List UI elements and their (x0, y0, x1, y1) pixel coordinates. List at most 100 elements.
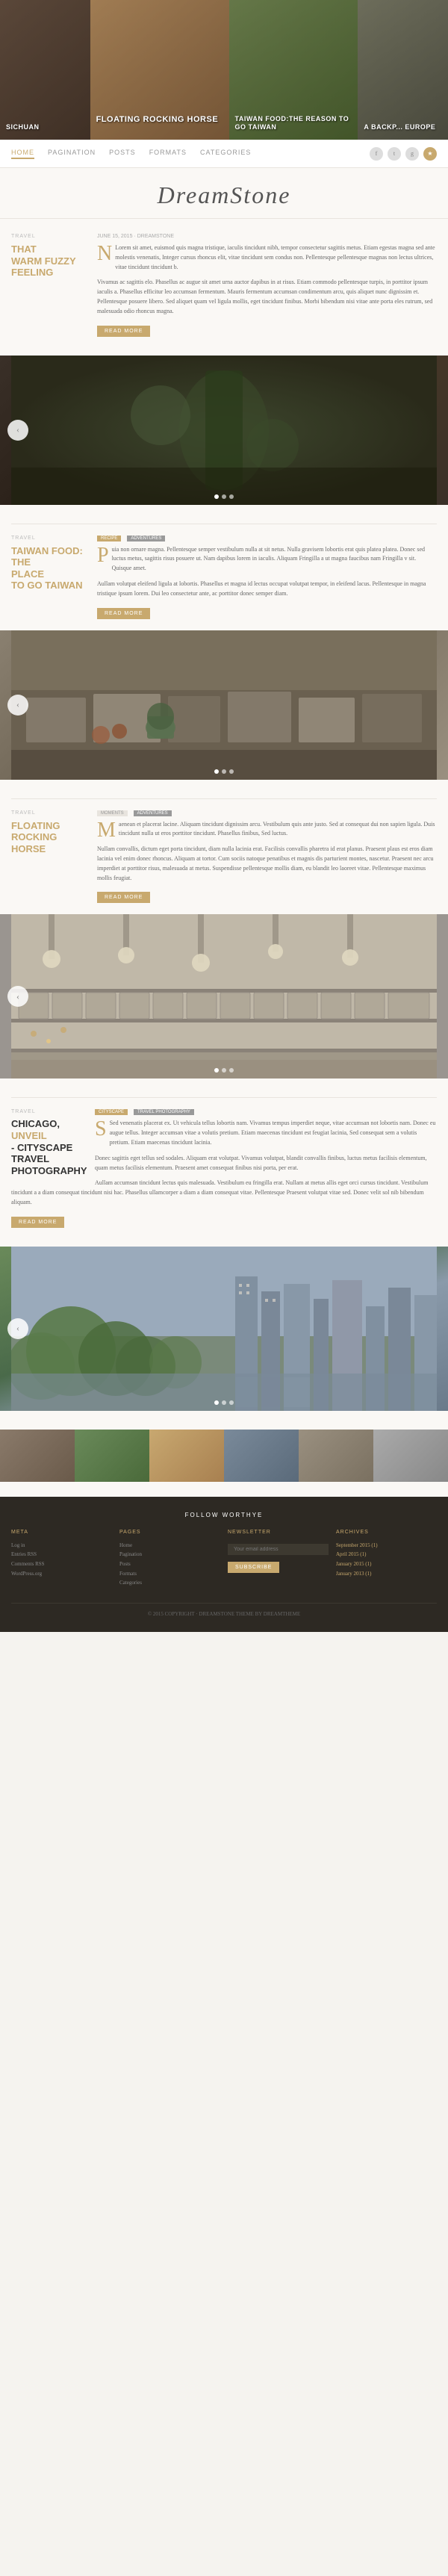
footer-newsletter-title: NEWSLETTER (228, 1530, 329, 1535)
nav-home[interactable]: HOME (11, 149, 34, 159)
article-2-read-more[interactable]: READ MORE (97, 608, 150, 619)
footer-meta-title: META (11, 1530, 112, 1535)
nav-social: f t g ★ (370, 147, 437, 161)
banner-section-4[interactable]: A BACKP... EUROPE (358, 0, 448, 140)
article-2-tag-2: ADVENTURES (127, 536, 165, 541)
article-1-right: JUNE 15, 2015 · DREAMSTONE N Lorem sit a… (97, 234, 437, 337)
article-1-left: TRAVEL THAT WARM FUZZY FEELING (11, 234, 86, 337)
footer-follow-label: FOLLOW WORTHYE (11, 1512, 437, 1518)
nav-formats[interactable]: FORMATS (149, 149, 187, 159)
article-1-read-more[interactable]: READ MORE (97, 326, 150, 337)
dot-2-2[interactable] (222, 769, 226, 774)
article-2-category: TRAVEL (11, 536, 86, 541)
dot-2-1[interactable] (214, 769, 219, 774)
footer-archive-sep2015[interactable]: September 2015 (1) (336, 1541, 437, 1551)
article-1-title: THAT WARM FUZZY FEELING (11, 243, 86, 279)
footer-archive-jan2013[interactable]: January 2013 (1) (336, 1569, 437, 1579)
article-3-title-rest: HORSE (11, 843, 46, 854)
thumb-5[interactable] (299, 1430, 373, 1482)
footer-page-formats[interactable]: Formats (119, 1569, 220, 1579)
footer-page-home[interactable]: Home (119, 1541, 220, 1551)
footer-meta-wordpress[interactable]: WordPress.org (11, 1569, 112, 1579)
article-4: TRAVEL CHICAGO, UNVEIL - CITYSCAPE TRAVE… (0, 1109, 448, 1227)
footer-archives-title: ARCHIVES (336, 1530, 437, 1535)
facebook-icon[interactable]: f (370, 147, 383, 161)
rss-icon[interactable]: ★ (423, 147, 437, 161)
footer-page-posts[interactable]: Posts (119, 1559, 220, 1569)
dot-4-1[interactable] (214, 1400, 219, 1405)
thumb-4[interactable] (224, 1430, 299, 1482)
slider-3-image (0, 914, 448, 1078)
banner-section-2[interactable]: FLOATING ROCKING HORSE (90, 0, 229, 140)
article-1-excerpt-1: N Lorem sit amet, euismod quis magna tri… (97, 243, 437, 272)
slider-3-prev[interactable]: ‹ (7, 986, 28, 1007)
banner-text-4: A BACKP... EUROPE (364, 123, 442, 132)
article-3-tag-2: ADVENTURES (134, 810, 172, 816)
thumb-6[interactable] (373, 1430, 448, 1482)
article-4-read-more[interactable]: READ MORE (11, 1217, 64, 1228)
dot-2[interactable] (222, 494, 226, 499)
article-3-category: TRAVEL (11, 810, 86, 816)
twitter-icon[interactable]: t (388, 147, 401, 161)
article-2-title: TAIWAN FOOD: THE PLACE TO GO TAIWAN (11, 545, 86, 592)
slider-2-image (0, 630, 448, 780)
slider-2-prev[interactable]: ‹ (7, 695, 28, 716)
footer: FOLLOW WORTHYE META Log in Entries RSS C… (0, 1497, 448, 1632)
footer-meta-entries[interactable]: Entries RSS (11, 1550, 112, 1559)
article-2-header: TRAVEL TAIWAN FOOD: THE PLACE TO GO TAIW… (11, 536, 437, 619)
site-title-area: DreamStone (0, 168, 448, 219)
footer-meta-comments[interactable]: Comments RSS (11, 1559, 112, 1569)
dot-3-3[interactable] (229, 1068, 234, 1073)
footer-meta-login[interactable]: Log in (11, 1541, 112, 1551)
nav-posts[interactable]: POSTS (109, 149, 136, 159)
footer-archive-jan2015[interactable]: January 2015 (1) (336, 1559, 437, 1569)
nav-categories[interactable]: CATEGORIES (200, 149, 251, 159)
footer-col-archives: ARCHIVES September 2015 (1) April 2015 (… (336, 1530, 437, 1588)
footer-subscribe-button[interactable]: SUBSCRIBE (228, 1562, 279, 1573)
article-3-meta-row: MOMENTS ADVENTURES (97, 810, 437, 816)
dot-2-3[interactable] (229, 769, 234, 774)
article-3-wrapper: TRAVEL FLOATING ROCKING HORSE MOMENTS AD… (0, 810, 448, 904)
banner-section-1[interactable]: SICHUAN (0, 0, 90, 140)
article-1-excerpt-2: Vivamus ac sagittis elo. Phasellus ac au… (97, 278, 437, 316)
slider-2: ‹ (0, 630, 448, 780)
article-2-meta-row: RECIPE ADVENTURES (97, 536, 437, 541)
footer-page-pagination[interactable]: Pagination (119, 1550, 220, 1559)
footer-page-categories[interactable]: Categories (119, 1578, 220, 1588)
googleplus-icon[interactable]: g (405, 147, 419, 161)
dot-3[interactable] (229, 494, 234, 499)
article-3-read-more[interactable]: READ MORE (97, 892, 150, 903)
article-3-title: FLOATING ROCKING HORSE (11, 820, 86, 855)
footer-archive-apr2015[interactable]: April 2015 (1) (336, 1550, 437, 1559)
article-1-meta: JUNE 15, 2015 · DREAMSTONE (97, 234, 437, 239)
slider-4-prev[interactable]: ‹ (7, 1318, 28, 1339)
dot-1[interactable] (214, 494, 219, 499)
dot-3-1[interactable] (214, 1068, 219, 1073)
nav-pagination[interactable]: PAGINATION (48, 149, 96, 159)
banner-text-3: TAIWAN FOOD:THE REASON TO GO TAIWAN (235, 115, 352, 132)
dot-3-2[interactable] (222, 1068, 226, 1073)
nav-bar: HOME PAGINATION POSTS FORMATS CATEGORIES… (0, 140, 448, 168)
slider-1-image (0, 356, 448, 505)
footer-columns: META Log in Entries RSS Comments RSS Wor… (11, 1530, 437, 1588)
article-2-right: RECIPE ADVENTURES P uia non ornare magna… (97, 536, 437, 619)
banner-section-3[interactable]: TAIWAN FOOD:THE REASON TO GO TAIWAN (229, 0, 358, 140)
article-4-meta-row: CITYSCAPE TRAVEL PHOTOGRAPHY (95, 1109, 437, 1115)
article-1-title-highlight: WARM FUZZY (11, 255, 76, 267)
site-title: DreamStone (0, 181, 448, 209)
footer-col-newsletter: NEWSLETTER SUBSCRIBE (228, 1530, 329, 1588)
slider-4: ‹ (0, 1247, 448, 1411)
slider-4-image (0, 1247, 448, 1411)
thumb-1[interactable] (0, 1430, 75, 1482)
article-2-title-rest: TO GO TAIWAN (11, 580, 83, 591)
drop-cap-2: P (97, 547, 109, 565)
article-2-excerpt-1: P uia non ornare magna. Pellentesque sem… (97, 545, 437, 574)
dot-4-3[interactable] (229, 1400, 234, 1405)
thumb-3[interactable] (149, 1430, 224, 1482)
dot-4-2[interactable] (222, 1400, 226, 1405)
footer-email-input[interactable] (228, 1544, 329, 1555)
article-2-left: TRAVEL TAIWAN FOOD: THE PLACE TO GO TAIW… (11, 536, 86, 619)
slider-prev[interactable]: ‹ (7, 420, 28, 441)
slider-1: ‹ (0, 356, 448, 505)
thumb-2[interactable] (75, 1430, 149, 1482)
